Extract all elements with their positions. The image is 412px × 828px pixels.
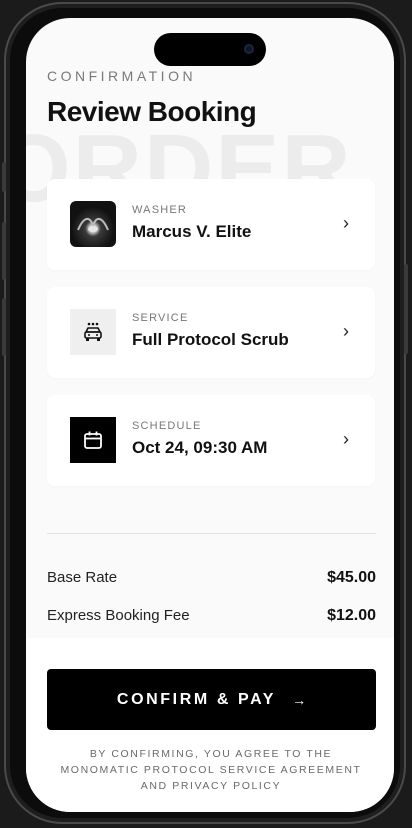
divider [47,533,376,534]
washer-photo-icon [77,218,109,232]
service-thumb [70,309,116,355]
confirm-pay-label: CONFIRM & PAY [116,690,277,708]
calendar-icon [84,431,102,449]
chevron-right-icon: › [343,321,349,341]
schedule-thumb [70,417,116,463]
washer-name: Marcus V. Elite [132,222,252,241]
washer-avatar [70,201,116,247]
service-label: SERVICE [132,312,189,324]
express-fee-label: Express Booking Fee [47,607,190,624]
power-button [404,264,408,354]
schedule-datetime: Oct 24, 09:30 AM [132,438,268,457]
confirm-pay-button[interactable]: CONFIRM & PAY → [47,669,376,730]
dynamic-island [154,33,266,66]
phone-frame: ORDER CONFIRMATION Review Booking WASHER… [2,2,408,824]
terms-disclaimer: BY CONFIRMING, YOU AGREE TO THE MONOMATI… [60,748,362,792]
base-rate-row: Base Rate $45.00 [47,569,376,587]
service-name: Full Protocol Scrub [132,330,289,349]
chevron-right-icon: › [343,213,349,233]
volume-down-button [2,298,6,356]
volume-up-button [2,222,6,280]
chevron-right-icon: › [343,429,349,449]
washer-label: WASHER [132,204,188,216]
screen: ORDER CONFIRMATION Review Booking WASHER… [26,18,394,812]
arrow-right-icon: → [292,691,307,708]
mute-switch [2,162,6,192]
express-fee-amount: $12.00 [327,607,376,624]
schedule-label: SCHEDULE [132,420,202,432]
service-card[interactable]: SERVICE Full Protocol Scrub › [47,287,375,378]
express-fee-row: Express Booking Fee $12.00 [47,607,376,625]
car-wash-icon [84,322,102,341]
section-eyebrow: CONFIRMATION [47,68,197,84]
base-rate-label: Base Rate [47,569,118,586]
washer-card[interactable]: WASHER Marcus V. Elite › [47,179,375,270]
page-title: Review Booking [47,96,257,127]
schedule-card[interactable]: SCHEDULE Oct 24, 09:30 AM › [47,395,375,486]
base-rate-amount: $45.00 [327,569,376,586]
camera-icon [244,44,254,54]
